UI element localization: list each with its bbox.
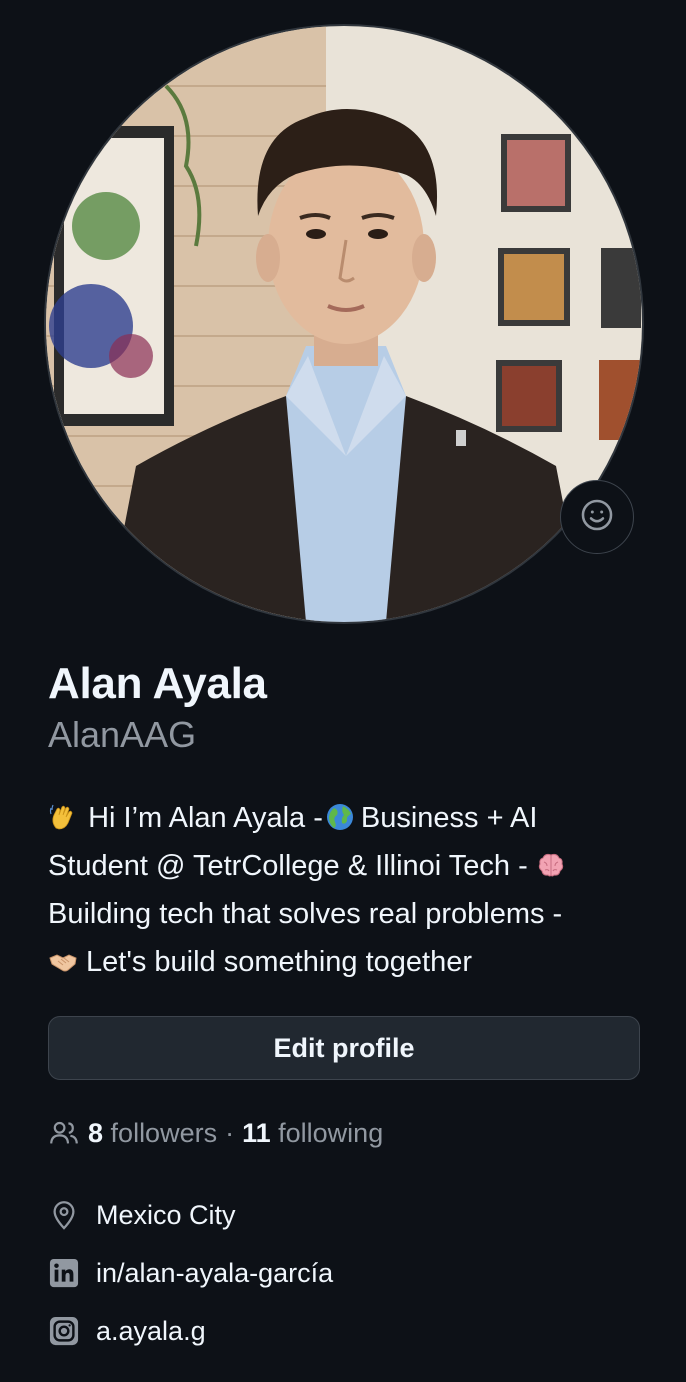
bio-line-1: Hi I’m Alan Ayala - Business + AI	[48, 794, 648, 842]
bio-text-1b: Business + AI	[360, 802, 538, 834]
set-status-button[interactable]	[560, 480, 634, 554]
avatar[interactable]	[46, 26, 642, 622]
globe-emoji-icon	[326, 804, 353, 830]
avatar-photo	[46, 26, 642, 622]
edit-profile-button[interactable]: Edit profile	[48, 1016, 640, 1080]
following-link[interactable]: 11 following	[242, 1118, 383, 1149]
followers-label: followers	[110, 1117, 218, 1148]
bio-line-3: Building tech that solves real problems …	[48, 898, 563, 930]
instagram-item: a.ayala.g	[48, 1310, 333, 1352]
profile-names: Alan Ayala AlanAAG	[48, 656, 267, 758]
follow-separator: ·	[225, 1117, 235, 1148]
location-text: Mexico City	[96, 1199, 236, 1230]
people-icon	[48, 1117, 80, 1149]
linkedin-item: in/alan-ayala-garcía	[48, 1252, 333, 1294]
linkedin-icon	[48, 1257, 80, 1289]
location-pin-icon	[48, 1199, 80, 1231]
instagram-link[interactable]: a.ayala.g	[96, 1316, 206, 1347]
bio-line-4: Let's build something together	[48, 938, 648, 986]
smiley-icon	[580, 498, 614, 537]
followers-link[interactable]: 8 followers	[88, 1118, 217, 1149]
profile-bio: Hi I’m Alan Ayala - Business + AI Studen…	[48, 794, 648, 986]
brain-emoji-icon	[538, 853, 563, 877]
bio-text-2: Student @ TetrCollege & Illinoi Tech -	[48, 850, 528, 882]
linkedin-link[interactable]: in/alan-ayala-garcía	[96, 1258, 333, 1289]
bio-line-2: Student @ TetrCollege & Illinoi Tech -	[48, 842, 648, 890]
profile-username: AlanAAG	[48, 714, 197, 755]
profile-full-name: Alan Ayala	[48, 659, 267, 708]
follow-stats: 8 followers · 11 following	[48, 1112, 383, 1154]
profile-details: Mexico City in/alan-ayala-garcía a.ayala…	[48, 1194, 333, 1368]
following-label: following	[278, 1117, 384, 1148]
followers-count: 8	[88, 1117, 104, 1148]
bio-text-1a: Hi I’m Alan Ayala -	[88, 802, 323, 834]
following-count: 11	[242, 1117, 271, 1148]
wave-emoji-icon	[49, 804, 73, 830]
location-item: Mexico City	[48, 1194, 333, 1236]
handshake-emoji-icon	[49, 954, 77, 972]
bio-text-4: Let's build something together	[86, 946, 473, 978]
avatar-container	[46, 26, 642, 622]
instagram-icon	[48, 1315, 80, 1347]
